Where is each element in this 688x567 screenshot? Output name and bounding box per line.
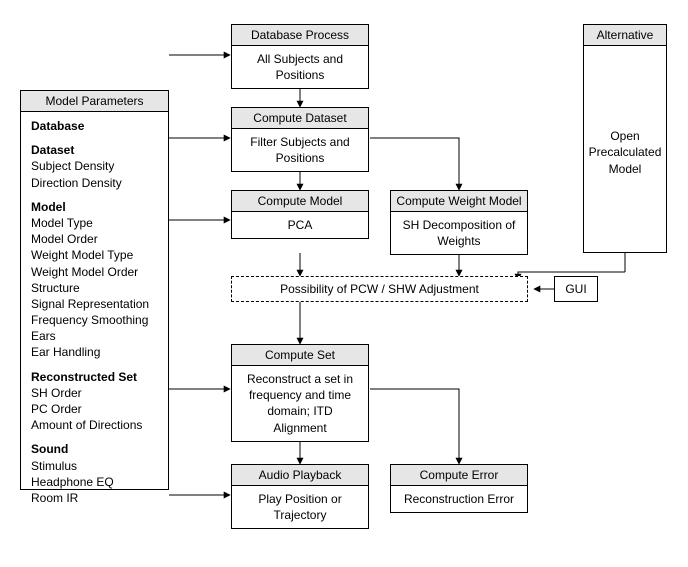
model-parameters-panel: Model Parameters Database DatasetSubject … — [20, 90, 169, 490]
param-item: Ears — [31, 328, 158, 344]
param-item: Weight Model Type — [31, 247, 158, 263]
compute-set-box: Compute Set Reconstruct a set in frequen… — [231, 344, 369, 442]
param-item: Headphone EQ — [31, 474, 158, 490]
database-process-box: Database Process All Subjects and Positi… — [231, 24, 369, 89]
compute-set-title: Compute Set — [232, 345, 368, 366]
param-category: Database — [31, 118, 158, 134]
param-item: Direction Density — [31, 175, 158, 191]
database-process-title: Database Process — [232, 25, 368, 46]
param-item: Frequency Smoothing — [31, 312, 158, 328]
audio-playback-body: Play Position or Trajectory — [232, 486, 368, 528]
compute-error-title: Compute Error — [391, 465, 527, 486]
param-item: Room IR — [31, 490, 158, 506]
param-item: Model Type — [31, 215, 158, 231]
compute-weight-model-body: SH Decomposition of Weights — [391, 212, 527, 254]
alternative-box: Alternative Open Precalculated Model — [583, 24, 667, 253]
param-item: Model Order — [31, 231, 158, 247]
param-category: Sound — [31, 441, 158, 457]
compute-weight-model-title: Compute Weight Model — [391, 191, 527, 212]
compute-dataset-box: Compute Dataset Filter Subjects and Posi… — [231, 107, 369, 172]
param-item: Signal Representation — [31, 296, 158, 312]
param-category: Dataset — [31, 142, 158, 158]
pcw-shw-adjustment-box: Possibility of PCW / SHW Adjustment — [231, 276, 528, 302]
alternative-title: Alternative — [584, 25, 666, 46]
audio-playback-title: Audio Playback — [232, 465, 368, 486]
param-item: SH Order — [31, 385, 158, 401]
alternative-body: Open Precalculated Model — [584, 46, 666, 259]
param-item: Subject Density — [31, 158, 158, 174]
audio-playback-box: Audio Playback Play Position or Trajecto… — [231, 464, 369, 529]
param-item: PC Order — [31, 401, 158, 417]
param-category: Reconstructed Set — [31, 369, 158, 385]
compute-error-box: Compute Error Reconstruction Error — [390, 464, 528, 513]
param-item: Structure — [31, 280, 158, 296]
compute-dataset-title: Compute Dataset — [232, 108, 368, 129]
compute-error-body: Reconstruction Error — [391, 486, 527, 512]
compute-model-title: Compute Model — [232, 191, 368, 212]
compute-model-box: Compute Model PCA — [231, 190, 369, 239]
param-item: Ear Handling — [31, 344, 158, 360]
param-item: Weight Model Order — [31, 264, 158, 280]
model-parameters-body: Database DatasetSubject DensityDirection … — [21, 112, 168, 512]
model-parameters-title: Model Parameters — [21, 91, 168, 112]
compute-dataset-body: Filter Subjects and Positions — [232, 129, 368, 171]
param-item: Stimulus — [31, 458, 158, 474]
compute-set-body: Reconstruct a set in frequency and time … — [232, 366, 368, 441]
param-item: Amount of Directions — [31, 417, 158, 433]
param-category: Model — [31, 199, 158, 215]
database-process-body: All Subjects and Positions — [232, 46, 368, 88]
compute-weight-model-box: Compute Weight Model SH Decomposition of… — [390, 190, 528, 255]
gui-box[interactable]: GUI — [554, 276, 598, 302]
compute-model-body: PCA — [232, 212, 368, 238]
